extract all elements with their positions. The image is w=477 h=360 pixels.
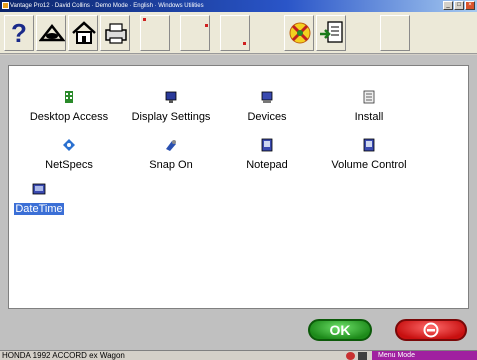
device-icon bbox=[358, 352, 367, 360]
icon-label: Volume Control bbox=[331, 159, 407, 171]
monitor-icon bbox=[165, 91, 177, 103]
toolbar-blank-button-1[interactable] bbox=[140, 15, 170, 51]
red-mark-icon bbox=[143, 18, 146, 21]
install-icon bbox=[363, 90, 375, 104]
home-button[interactable] bbox=[68, 15, 98, 51]
toolbar-blank-button-4[interactable] bbox=[380, 15, 410, 51]
icon-label: Desktop Access bbox=[29, 111, 109, 123]
icon-label: Display Settings bbox=[131, 111, 211, 123]
help-button[interactable]: ? bbox=[4, 15, 34, 51]
icon-desktop-access[interactable]: Desktop Access bbox=[19, 90, 119, 125]
red-mark-icon bbox=[205, 24, 208, 27]
maximize-button[interactable]: □ bbox=[454, 1, 464, 10]
icon-install[interactable]: Install bbox=[319, 90, 419, 125]
icon-notepad[interactable]: Notepad bbox=[217, 138, 317, 173]
help-icon: ? bbox=[11, 18, 27, 48]
icon-label: Devices bbox=[247, 111, 287, 123]
datetime-icon bbox=[32, 183, 46, 195]
icon-snap-on[interactable]: Snap On bbox=[121, 138, 221, 173]
icon-label: DateTime bbox=[14, 203, 64, 215]
main-area: Desktop Access Display Settings Devices … bbox=[0, 55, 477, 350]
vehicle-status: HONDA 1992 ACCORD ex Wagon bbox=[2, 351, 125, 360]
network-icon bbox=[63, 139, 75, 151]
icon-datetime[interactable]: DateTime bbox=[9, 182, 69, 217]
printer-icon bbox=[105, 23, 127, 44]
volume-icon bbox=[363, 138, 375, 152]
import-button[interactable] bbox=[316, 15, 346, 51]
icon-label: NetSpecs bbox=[45, 159, 93, 171]
no-entry-icon bbox=[423, 322, 439, 338]
icon-volume-control[interactable]: Volume Control bbox=[319, 138, 419, 173]
utilities-panel: Desktop Access Display Settings Devices … bbox=[8, 65, 469, 309]
icon-devices[interactable]: Devices bbox=[217, 90, 317, 125]
toolbar-blank-button-3[interactable] bbox=[220, 15, 250, 51]
icon-label: Install bbox=[354, 111, 384, 123]
minimize-button[interactable]: _ bbox=[443, 1, 453, 10]
mode-indicator: Menu Mode bbox=[372, 351, 477, 360]
cancel-button[interactable] bbox=[395, 319, 467, 341]
title-bar: Vantage Pro12 · David Collins · Demo Mod… bbox=[0, 0, 477, 12]
devices-icon bbox=[261, 91, 273, 103]
alert-icon bbox=[346, 352, 355, 360]
notepad-icon bbox=[261, 138, 273, 152]
app-icon bbox=[2, 2, 9, 9]
car-lift-icon bbox=[39, 23, 65, 42]
icon-label: Snap On bbox=[149, 159, 193, 171]
home-icon bbox=[72, 21, 96, 44]
toolbar: ? bbox=[0, 12, 477, 54]
window-title: Vantage Pro12 · David Collins · Demo Mod… bbox=[10, 3, 204, 9]
snapon-icon bbox=[166, 140, 176, 151]
document-import-icon bbox=[320, 21, 343, 43]
building-icon bbox=[65, 91, 73, 103]
tools-icon bbox=[289, 22, 311, 44]
toolbar-blank-button-2[interactable] bbox=[180, 15, 210, 51]
lift-button[interactable] bbox=[36, 15, 66, 51]
icon-netspecs[interactable]: NetSpecs bbox=[19, 138, 119, 173]
close-window-button[interactable]: × bbox=[465, 1, 475, 10]
ok-button[interactable]: OK bbox=[308, 319, 372, 341]
red-mark-icon bbox=[243, 42, 246, 45]
tools-button[interactable] bbox=[284, 15, 314, 51]
print-button[interactable] bbox=[100, 15, 130, 51]
icon-label: Notepad bbox=[246, 159, 288, 171]
icon-display-settings[interactable]: Display Settings bbox=[121, 90, 221, 125]
status-bar: HONDA 1992 ACCORD ex Wagon Menu Mode bbox=[0, 350, 477, 360]
